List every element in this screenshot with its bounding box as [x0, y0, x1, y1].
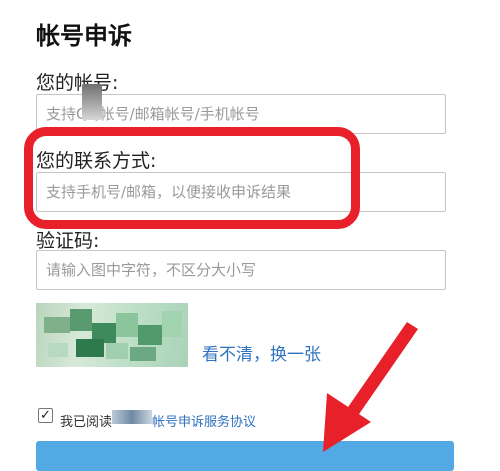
- red-arrow-annotation: [323, 322, 418, 452]
